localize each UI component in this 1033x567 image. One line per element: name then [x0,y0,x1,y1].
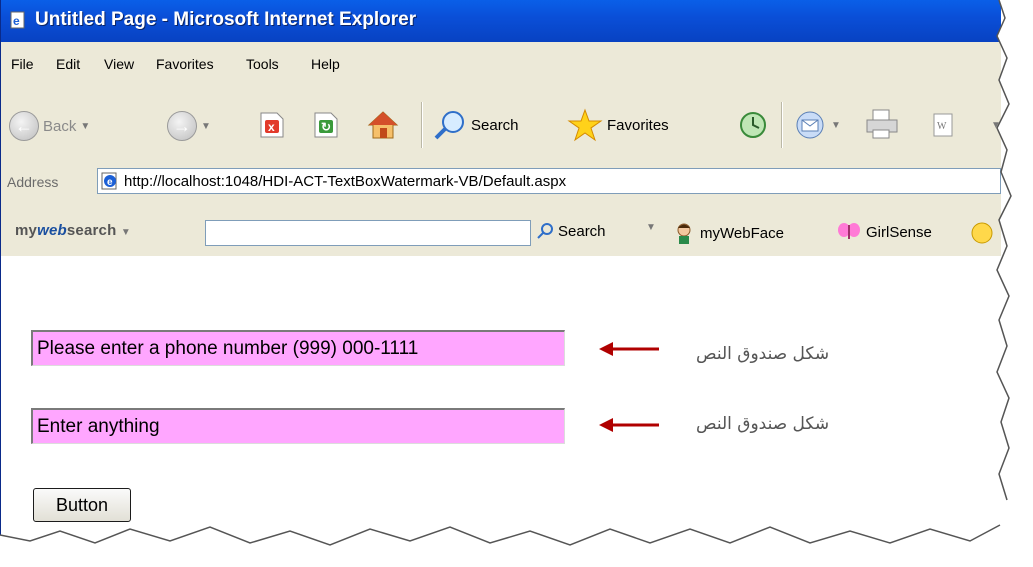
search-label: Search [471,116,519,134]
back-dropdown-icon[interactable]: ▼ [80,121,90,132]
home-button[interactable] [367,109,399,141]
stop-button[interactable]: x [259,111,285,139]
star-icon [567,108,603,142]
textbox-annotation-1: شكل صندوق النص [696,344,830,364]
magnifier-icon [537,223,553,239]
mail-button[interactable]: ▼ [793,110,841,140]
svg-text:e: e [13,14,20,28]
torn-edge-right [996,0,1033,501]
anything-textbox[interactable]: Enter anything [31,408,565,444]
arrow-left-icon [599,342,659,356]
address-bar: Address e http://localhost:1048/HDI-ACT-… [1,158,1001,207]
back-arrow-icon: ← [9,111,39,141]
menu-bar: File Edit View Favorites Tools Help [1,42,1001,93]
anything-textbox-value: Enter anything [37,416,160,437]
toolbar-separator [781,102,783,148]
forward-arrow-icon: → [167,111,197,141]
refresh-button[interactable]: ↻ [313,111,339,139]
magnifier-icon [434,111,464,140]
forward-dropdown-icon[interactable]: ▼ [201,121,211,132]
textbox-annotation-2: شكل صندوق النص [696,414,830,434]
ie-page-icon: e [101,172,117,190]
mywebsearch-logo[interactable]: mywebsearch ▼ [15,222,131,239]
mywebsearch-input[interactable] [205,220,531,246]
window-title: Untitled Page - Microsoft Internet Explo… [35,9,417,30]
history-button[interactable] [737,110,769,140]
mywebsearch-search-button[interactable]: Search [537,222,606,240]
toolbar-separator [421,102,423,148]
svg-text:W: W [937,121,947,132]
phone-number-textbox[interactable]: Please enter a phone number (999) 000-11… [31,330,565,366]
favorites-label: Favorites [607,116,669,134]
refresh-icon: ↻ [314,112,338,138]
home-icon [367,111,399,139]
ie-page-icon: e [10,11,25,29]
svg-text:↻: ↻ [321,120,331,134]
standard-toolbar: ← Back ▼ → ▼ x ↻ Search Favorites ▼ W ▼ [1,92,1001,159]
printer-icon [866,109,898,139]
face-avatar-icon [677,223,691,244]
address-input[interactable]: e http://localhost:1048/HDI-ACT-TextBoxW… [97,168,1001,194]
menu-favorites[interactable]: Favorites [156,56,214,72]
torn-edge-bottom [0,524,1033,567]
back-label: Back [43,117,77,135]
word-edit-icon: W [933,113,953,137]
mywebface-label: myWebFace [700,224,784,242]
menu-help[interactable]: Help [311,56,340,72]
logo-dropdown-icon[interactable]: ▼ [121,227,131,238]
menu-tools[interactable]: Tools [246,56,279,72]
mywebsearch-dropdown[interactable]: ▼ [646,222,656,233]
logo-web: web [37,222,67,239]
arrow-left-icon [599,418,659,432]
mywebsearch-search-label: Search [558,222,606,240]
forward-button[interactable]: → ▼ [167,111,211,141]
girlsense-button[interactable]: GirlSense [837,222,932,242]
mywebsearch-toolbar: mywebsearch ▼ Search ▼ myWebFace GirlSen… [1,206,1001,257]
address-label: Address [7,174,59,190]
mail-dropdown-icon[interactable]: ▼ [831,120,841,131]
browser-window: e Untitled Page - Microsoft Internet Exp… [0,0,1001,560]
phone-number-textbox-value: Please enter a phone number (999) 000-11… [37,338,419,359]
logo-my: my [15,222,38,239]
address-url: http://localhost:1048/HDI-ACT-TextBoxWat… [124,173,567,190]
history-icon [740,112,766,138]
mail-icon [796,111,824,139]
menu-view[interactable]: View [104,56,134,72]
search-button[interactable]: Search [433,110,519,140]
favorites-button[interactable]: Favorites [567,108,669,142]
girlsense-label: GirlSense [866,223,932,241]
svg-text:x: x [268,120,275,134]
stop-icon: x [260,112,284,138]
back-button[interactable]: ← Back ▼ [9,111,90,141]
svg-text:e: e [107,177,113,188]
chevron-down-icon: ▼ [646,222,656,233]
mywebface-button[interactable]: myWebFace [673,222,784,244]
print-button[interactable] [863,108,901,140]
butterfly-icon [838,223,860,239]
menu-file[interactable]: File [11,56,34,72]
logo-search: search [66,222,117,239]
menu-edit[interactable]: Edit [56,56,80,72]
title-bar: e Untitled Page - Microsoft Internet Exp… [1,0,1001,42]
